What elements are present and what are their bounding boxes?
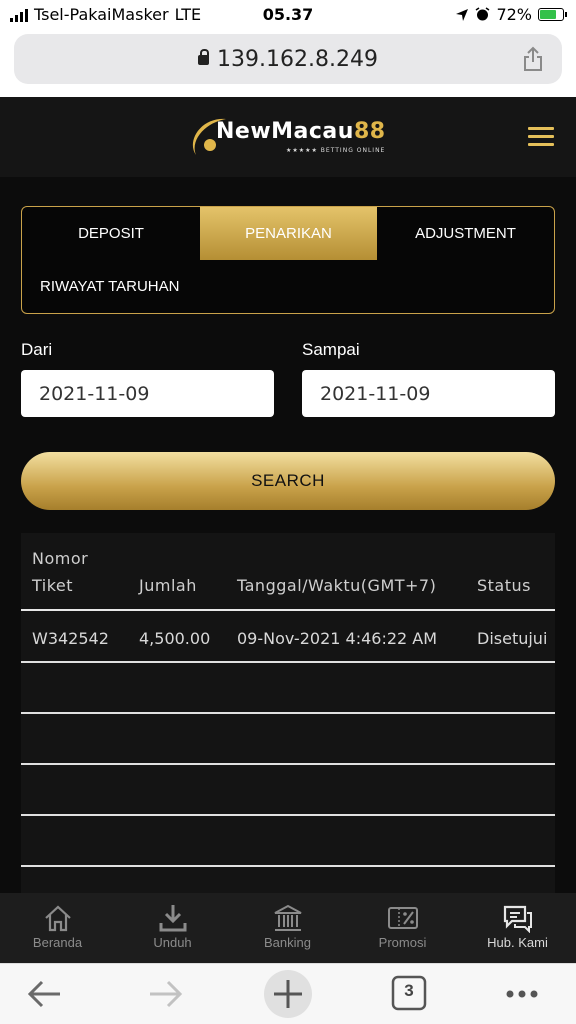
table-row-divider [21,814,555,816]
location-icon [456,8,469,21]
column-header-datetime: Tanggal/Waktu(GMT+7) [237,576,437,595]
tab-deposit[interactable]: DEPOSIT [22,207,200,260]
download-icon [159,905,186,932]
table-header-divider [21,609,555,611]
url-text: 139.162.8.249 [217,47,378,72]
site-logo[interactable]: NewMacau88 ★★★★★ BETTING ONLINE [186,111,396,163]
to-date-input[interactable] [302,370,555,417]
tab-riwayat-taruhan[interactable]: RIWAYAT TARUHAN [22,260,200,313]
home-icon [44,905,71,932]
address-bar[interactable]: 139.162.8.249 [14,34,562,84]
nav-hub-kami[interactable]: Hub. Kami [460,893,575,963]
table-row-divider [21,763,555,765]
menu-icon-bar [528,143,554,146]
column-header-ticket-line2: Tiket [32,576,74,595]
from-label: Dari [21,340,53,359]
from-date-input[interactable] [21,370,274,417]
history-table: Nomor Tiket Jumlah Tanggal/Waktu(GMT+7) … [21,533,555,893]
logo-text: NewMacau88 [216,119,386,144]
new-tab-icon[interactable] [262,969,314,1019]
nav-banking[interactable]: Banking [230,893,345,963]
table-row-divider [21,712,555,714]
chat-icon [503,905,532,933]
tab-penarikan[interactable]: PENARIKAN [200,207,377,260]
nav-label: Banking [264,935,311,950]
menu-button[interactable] [528,127,554,147]
column-header-amount: Jumlah [139,576,197,595]
nav-label: Promosi [378,935,427,950]
column-header-ticket-line1: Nomor [32,549,89,568]
nav-label: Beranda [32,935,83,950]
battery-percent: 72% [496,5,532,24]
cell-status: Disetujui [477,629,548,648]
table-row-divider [21,661,555,663]
menu-icon-bar [528,127,554,130]
nav-beranda[interactable]: Beranda [0,893,115,963]
nav-label: Unduh [153,935,192,950]
search-button[interactable]: SEARCH [21,452,555,510]
nav-promosi[interactable]: Promosi [345,893,460,963]
site-header: NewMacau88 ★★★★★ BETTING ONLINE [0,97,576,177]
back-icon[interactable] [20,972,70,1016]
browser-url-area: 139.162.8.249 [0,30,576,97]
cell-ticket: W342542 [32,629,109,648]
browser-toolbar: 3 [0,963,576,1024]
nav-label: Hub. Kami [487,935,548,950]
logo-subtitle: ★★★★★ BETTING ONLINE [286,147,386,154]
cell-datetime: 09-Nov-2021 4:46:22 AM [237,629,438,648]
alarm-icon [476,7,490,21]
menu-icon-bar [528,135,554,138]
battery-icon [538,8,567,21]
column-header-status: Status [477,576,531,595]
to-label: Sampai [302,340,360,359]
cell-amount: 4,500.00 [139,629,211,648]
nav-unduh[interactable]: Unduh [115,893,230,963]
status-right: 72% [455,5,567,24]
share-icon[interactable] [522,46,544,72]
tab-adjustment[interactable]: ADJUSTMENT [377,207,554,260]
more-icon[interactable] [497,972,547,1016]
promo-icon [387,907,418,929]
forward-icon[interactable] [140,972,190,1016]
table-row-divider [21,865,555,867]
transaction-tabs: DEPOSIT PENARIKAN ADJUSTMENT RIWAYAT TAR… [21,206,555,314]
status-bar: Tsel-PakaiMasker LTE 05.37 72% [0,0,576,30]
tabs-count: 3 [404,981,414,1000]
lock-icon [198,49,210,65]
bank-icon [274,904,301,931]
bottom-nav: Beranda Unduh Banking Promosi Hub. Kami [0,893,576,963]
